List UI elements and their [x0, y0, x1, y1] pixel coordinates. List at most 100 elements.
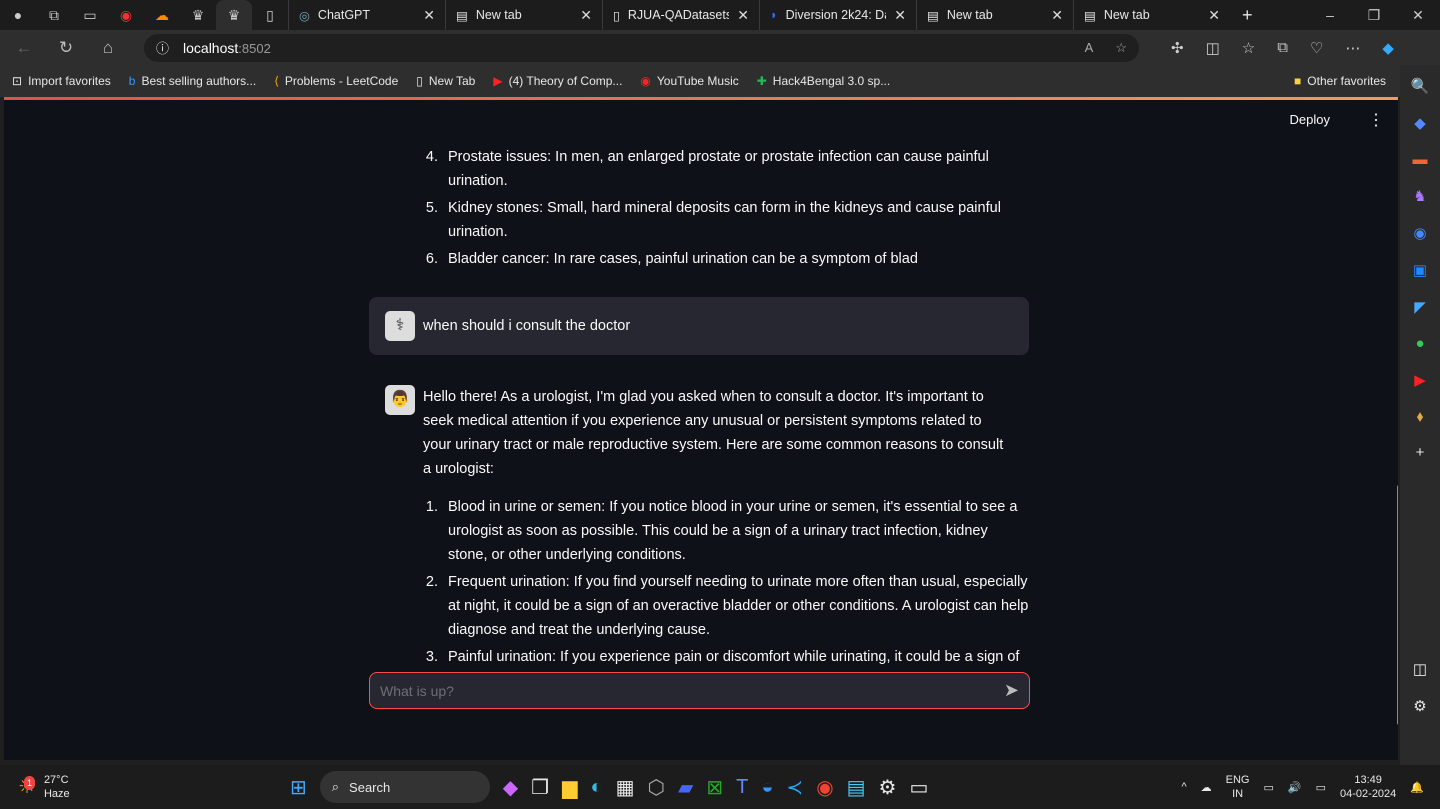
docker-icon[interactable]: ◒	[761, 776, 773, 799]
workspaces-icon[interactable]: ⧉	[36, 0, 72, 30]
language-indicator[interactable]: ENG IN	[1226, 773, 1250, 801]
close-tab-icon[interactable]: ✕	[1051, 7, 1063, 24]
favorites-icon[interactable]: ☆	[1242, 39, 1255, 57]
close-tab-icon[interactable]: ✕	[580, 7, 592, 24]
url-bar[interactable]: ⓘ localhost:8502 A ☆	[144, 33, 1139, 62]
other-favorites[interactable]: ■ Other favorites	[1294, 74, 1386, 88]
tab-new-tab[interactable]: ▤ New tab ✕	[445, 0, 602, 30]
refresh-button[interactable]: ↻	[56, 38, 76, 58]
home-button[interactable]: ⌂	[98, 38, 118, 58]
close-window-button[interactable]: ✕	[1396, 7, 1440, 24]
bookmark-new-tab[interactable]: ▯ New Tab	[416, 74, 475, 88]
m365-icon[interactable]: ◉	[1413, 224, 1426, 242]
notifications-icon[interactable]: 🔔	[1410, 781, 1424, 794]
bookmarks-bar: ⊡ Import favorites b Best selling authors.…	[0, 65, 1400, 97]
network-icon[interactable]: ▭	[1264, 781, 1274, 794]
favorite-star-icon[interactable]: ☆	[1115, 40, 1127, 56]
chat-input-field[interactable]	[380, 682, 1004, 699]
sheets-icon: ✚	[756, 74, 767, 88]
copilot-icon[interactable]: ◆	[1382, 39, 1394, 57]
bookmark-bing[interactable]: b Best selling authors...	[129, 74, 256, 88]
back-button[interactable]: ←	[14, 38, 34, 58]
extension-icon[interactable]: ⬧	[1417, 408, 1424, 425]
browser-essentials-icon[interactable]: ♡	[1310, 39, 1323, 57]
start-icon[interactable]: ⊞	[290, 775, 307, 800]
terminal-icon[interactable]: ▭	[909, 775, 928, 800]
tab-bar: ● ⧉ ▭ ◉ ☁ ♛ ♛ ▯ ◎ ChatGPT ✕ ▤ New tab ✕ ▯ RJU…	[0, 0, 1440, 30]
onedrive-icon[interactable]: ☁	[1201, 781, 1212, 794]
restore-button[interactable]: ❐	[1352, 7, 1396, 24]
bookmark-hack4bengal[interactable]: ✚ Hack4Bengal 3.0 sp...	[757, 74, 890, 88]
bookmark-youtube[interactable]: ▶ (4) Theory of Comp...	[493, 74, 622, 88]
games-icon[interactable]: ♞	[1413, 187, 1426, 205]
file-explorer-icon[interactable]: ▆	[562, 775, 577, 800]
settings-icon[interactable]: ⚙	[1413, 697, 1426, 715]
extensions-icon[interactable]: ✣	[1171, 39, 1184, 57]
taskbar: ☀1 27°CHaze ⊞ ⌕Search ◆ ❐ ▆ ◐ ▦ ⬡ ▰ ⊠ T …	[0, 765, 1440, 809]
taskbar-search[interactable]: ⌕ Search	[319, 771, 490, 803]
unity-icon[interactable]: ⬡	[647, 775, 664, 800]
newtab-icon: ▤	[1084, 8, 1096, 23]
split-screen-icon[interactable]: ◫	[1206, 39, 1220, 57]
vscode-icon[interactable]: ≺	[786, 775, 803, 800]
tab-chatgpt[interactable]: ◎ ChatGPT ✕	[288, 0, 445, 30]
pinned-tab-crown-active[interactable]: ♛	[216, 0, 252, 30]
xbox-icon[interactable]: ⊠	[706, 775, 723, 800]
more-menu-icon[interactable]: ⋯	[1345, 39, 1360, 57]
chat-input[interactable]: ➤	[369, 672, 1030, 709]
tab-rjua[interactable]: ▯RJUA-QADatasets: ...✕	[602, 0, 759, 30]
close-tab-icon[interactable]: ✕	[737, 7, 749, 24]
tab-new-tab[interactable]: ▤ New tab ✕	[916, 0, 1073, 30]
clock[interactable]: 13:49 04-02-2024	[1340, 773, 1396, 801]
chrome-icon[interactable]: ◉	[816, 775, 833, 800]
tree-icon[interactable]: ●	[1415, 335, 1424, 352]
new-tab-button[interactable]: +	[1230, 5, 1265, 26]
minimize-button[interactable]: –	[1308, 7, 1352, 24]
list-item: 4. Prostate issues: In men, an enlarged p…	[425, 149, 989, 189]
show-hidden-icons[interactable]: ^	[1181, 781, 1186, 793]
notepad-icon[interactable]: ▤	[847, 775, 866, 800]
profile-icon[interactable]: ●	[0, 0, 36, 30]
scrollbar[interactable]	[1397, 485, 1398, 725]
tab-new-tab[interactable]: ▤ New tab ✕	[1073, 0, 1230, 30]
pinned-tab-opera[interactable]: ◉	[108, 0, 144, 30]
main-menu-icon[interactable]: ⋮	[1368, 110, 1384, 130]
youtube-icon[interactable]: ▶	[1414, 371, 1426, 389]
outlook-icon[interactable]: ▣	[1413, 261, 1427, 279]
info-icon[interactable]: ⓘ	[156, 38, 169, 57]
shopping-icon[interactable]: ◆	[1414, 114, 1426, 132]
bookmark-youtube-music[interactable]: ◉ YouTube Music	[640, 74, 738, 88]
deploy-button[interactable]: Deploy	[1290, 112, 1330, 127]
tools-icon[interactable]: ▬	[1413, 151, 1428, 168]
volume-icon[interactable]: 🔊	[1288, 781, 1302, 794]
tab-diversion[interactable]: ◗Diversion 2k24: Das...✕	[759, 0, 916, 30]
weather-widget[interactable]: ☀1 27°CHaze	[0, 773, 290, 801]
read-aloud-icon[interactable]: A	[1085, 40, 1094, 56]
search-icon[interactable]: 🔍	[1411, 77, 1430, 95]
assistant-answer-list: 1. Blood in urine or semen: If you notice…	[369, 495, 1029, 693]
settings-icon[interactable]: ⚙	[879, 775, 897, 800]
task-view-icon[interactable]: ❐	[531, 775, 549, 800]
close-tab-icon[interactable]: ✕	[423, 7, 435, 24]
send-icon[interactable]: ➤	[1004, 680, 1019, 701]
pinned-tab-cloud[interactable]: ☁	[144, 0, 180, 30]
battery-icon[interactable]: ▭	[1316, 781, 1326, 794]
list-item: 2. Frequent urination: If you find yourse…	[425, 574, 1029, 638]
edge-icon[interactable]: ◐	[590, 776, 602, 799]
close-tab-icon[interactable]: ✕	[1208, 7, 1220, 24]
pinned-tab-page[interactable]: ▯	[252, 0, 288, 30]
tab-actions-icon[interactable]: ▭	[72, 0, 108, 30]
pinned-tab-crown[interactable]: ♛	[180, 0, 216, 30]
copilot-icon[interactable]: ◆	[503, 775, 518, 800]
collections-icon[interactable]: ⧉	[1277, 39, 1288, 57]
send-plane-icon[interactable]: ◤	[1414, 298, 1426, 316]
store-icon[interactable]: ▦	[616, 775, 635, 800]
sidebar-toggle-icon[interactable]: ◫	[1413, 660, 1427, 678]
page-icon: ▯	[416, 74, 423, 88]
close-tab-icon[interactable]: ✕	[894, 7, 906, 24]
add-sidebar-icon[interactable]: +	[1416, 444, 1425, 461]
teams-icon[interactable]: T	[736, 776, 748, 799]
bookmark-import-favorites[interactable]: ⊡ Import favorites	[12, 74, 111, 88]
bookmark-leetcode[interactable]: ⟨ Problems - LeetCode	[274, 74, 398, 88]
app-icon[interactable]: ▰	[678, 775, 693, 800]
